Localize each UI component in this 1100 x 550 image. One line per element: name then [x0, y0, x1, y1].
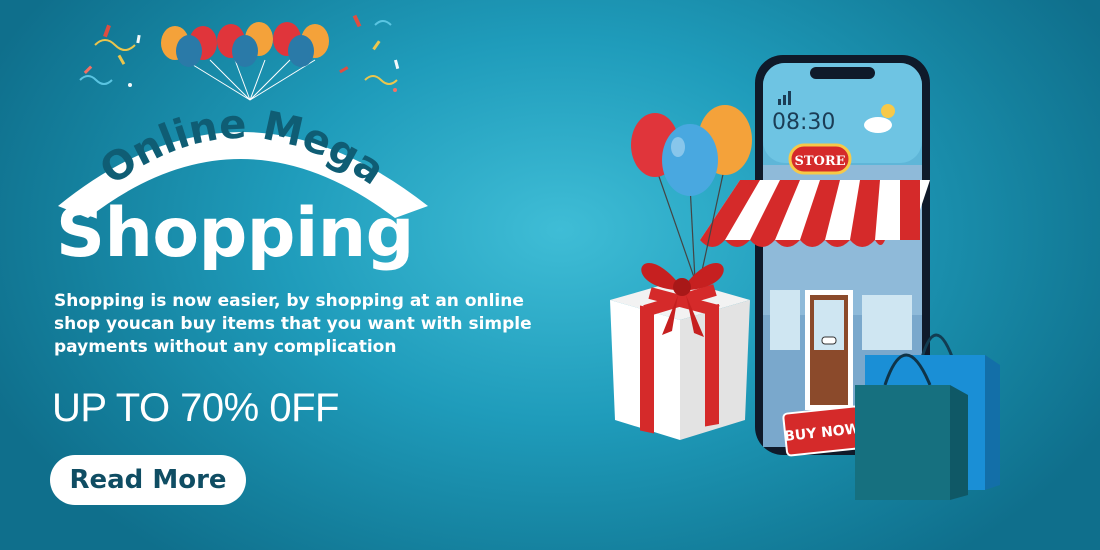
buy-now-sign: BUY NOW [782, 405, 863, 457]
read-more-button[interactable]: Read More [50, 455, 246, 505]
store-sign-text: STORE [794, 154, 845, 169]
phone-store-illustration: 08:30 STORE BUY NOW [610, 55, 1000, 500]
gift-box-icon [610, 262, 750, 440]
promo-banner: Online Mega Shopping Shopping is now eas… [0, 0, 1100, 550]
description: Shopping is now easier, by shopping at a… [54, 291, 532, 357]
headline: Shopping [56, 194, 414, 273]
phone-time: 08:30 [772, 110, 835, 135]
discount-offer: UP TO 70% 0FF [52, 386, 339, 430]
shopping-bag-icon [855, 333, 1000, 500]
